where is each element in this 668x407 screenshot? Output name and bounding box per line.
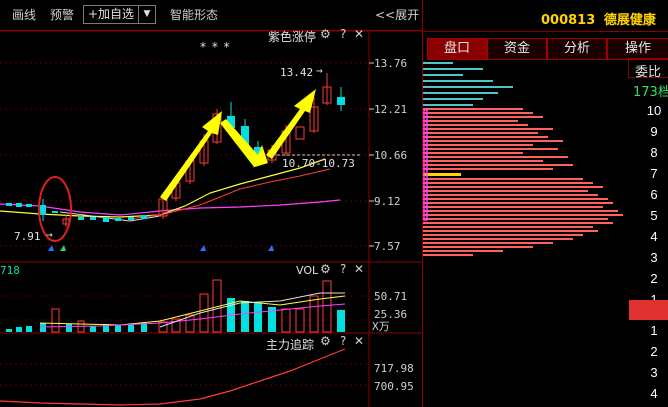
current-price-marker <box>423 173 461 176</box>
mf-tick: 700.95 <box>374 380 414 393</box>
mf-tick: 717.98 <box>374 362 414 375</box>
ask-level-5: 5 <box>650 208 658 223</box>
tab-operation[interactable]: 操作 <box>607 38 668 60</box>
current-price-bar <box>629 300 668 320</box>
smart-pattern-button[interactable]: 智能形态 <box>170 6 218 23</box>
watchlist-dropdown-icon[interactable]: ▼ <box>138 5 156 24</box>
ask-level-10: 10 <box>646 103 662 118</box>
bid-level-1: 1 <box>650 323 658 338</box>
lot-label: 173档 <box>633 85 668 100</box>
tab-pankou[interactable]: 盘口 <box>427 38 487 60</box>
ask-level-8: 8 <box>650 145 658 160</box>
main-force-name: 主力追踪 <box>266 338 315 352</box>
bid-level-2: 2 <box>650 344 658 359</box>
price-tick: 7.57 <box>374 240 401 253</box>
range-price-label: 10.70-10.73 <box>282 157 355 170</box>
high-price-label: 13.42 <box>280 66 314 79</box>
mf-close-icon[interactable]: ✕ <box>354 334 364 348</box>
mf-gear-icon[interactable]: ⚙ <box>320 334 331 348</box>
vol-close-icon[interactable]: ✕ <box>354 262 364 276</box>
stock-code: 000813 <box>541 13 596 28</box>
vol-prefix-value: 718 <box>0 264 20 277</box>
stock-name: 德展健康 <box>603 13 656 28</box>
ask-level-6: 6 <box>650 187 658 202</box>
draw-line-button[interactable]: 画线 <box>12 6 36 23</box>
ask-level-4: 4 <box>650 229 658 244</box>
ask-level-2: 2 <box>650 271 658 286</box>
vol-gear-icon[interactable]: ⚙ <box>320 262 331 276</box>
stock-header: 000813 德展健康 <box>541 9 656 28</box>
volume-bars <box>6 279 345 333</box>
price-tick: 12.21 <box>374 103 408 116</box>
chip-distribution <box>423 62 623 256</box>
vol-tick: 50.71 <box>374 290 408 303</box>
alert-button[interactable]: 预警 <box>50 6 74 23</box>
price-tick: 9.12 <box>374 195 401 208</box>
ask-level-3: 3 <box>650 250 658 265</box>
bid-level-3: 3 <box>650 365 658 380</box>
right-panel: 000813 德展健康 盘口 资金 分析 操作 委比 173档 10 9 8 7… <box>422 0 668 407</box>
help-icon[interactable]: ? <box>340 27 346 41</box>
vol-help-icon[interactable]: ? <box>340 262 346 276</box>
close-icon[interactable]: ✕ <box>354 27 364 41</box>
star-markers: * * * <box>200 40 231 54</box>
gear-icon[interactable]: ⚙ <box>320 27 331 41</box>
vol-indicator-name: VOL <box>296 264 319 277</box>
price-tick: 10.66 <box>374 149 408 162</box>
tab-funds[interactable]: 资金 <box>487 38 547 60</box>
bid-level-4: 4 <box>650 386 658 401</box>
tab-analysis[interactable]: 分析 <box>547 38 607 60</box>
vol-unit: X万 <box>372 320 390 333</box>
expand-button[interactable]: <<展开 <box>375 6 419 23</box>
mf-help-icon[interactable]: ? <box>340 334 346 348</box>
ask-level-9: 9 <box>650 124 658 139</box>
price-tick: 13.76 <box>374 57 408 70</box>
ask-level-7: 7 <box>650 166 658 181</box>
weibi-label: 委比 <box>635 65 662 80</box>
indicator-name: 紫色涨停 <box>268 30 317 44</box>
chart-area <box>0 31 422 407</box>
low-price-label: 7.91 <box>14 230 41 243</box>
add-watchlist-button[interactable]: +加自选 <box>83 5 139 24</box>
main-force-curve <box>0 348 346 406</box>
